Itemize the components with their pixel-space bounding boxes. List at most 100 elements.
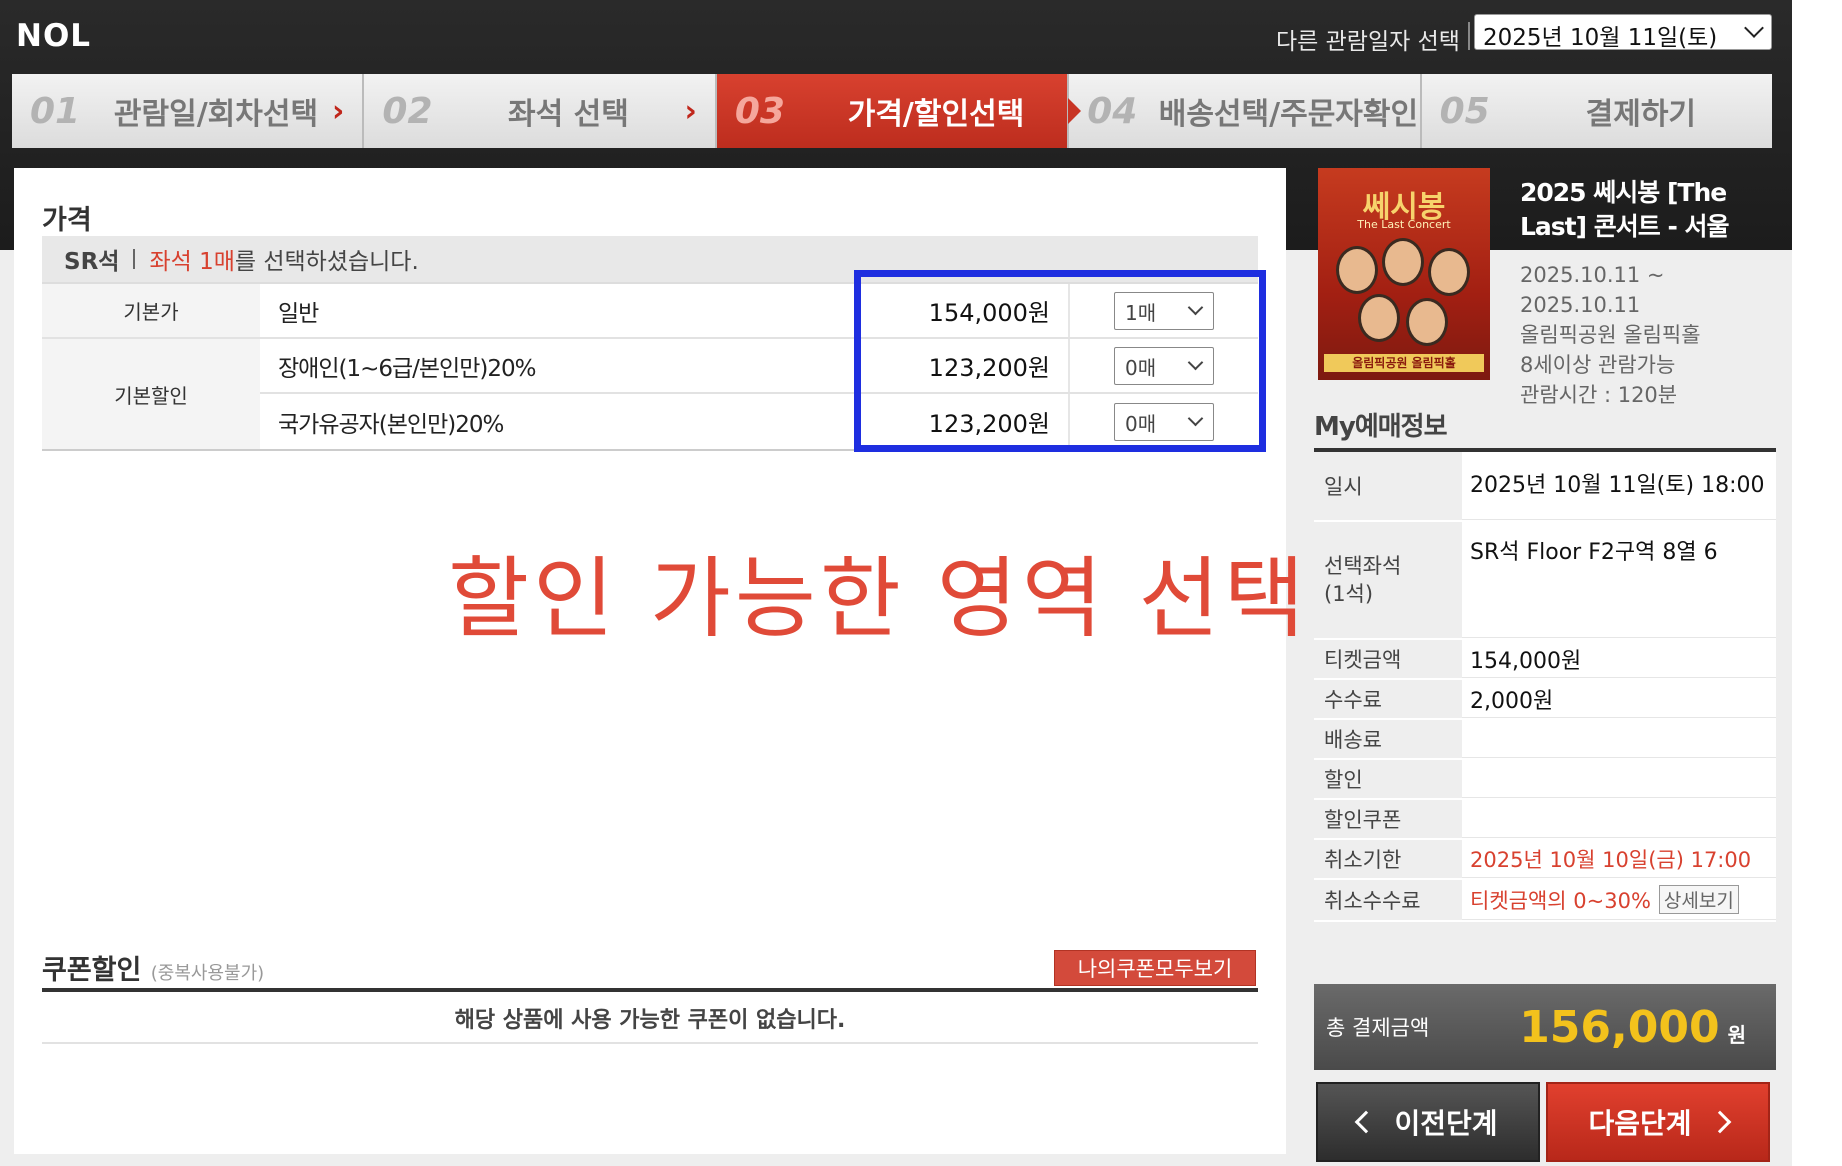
poster-subtitle: The Last Concert: [1357, 218, 1451, 231]
step-label: 배송선택/주문자확인: [1158, 97, 1419, 132]
show-age: 8세이상 관람가능: [1520, 353, 1676, 377]
price-amount: 123,200원: [862, 394, 1070, 449]
chevron-down-icon: [1187, 354, 1204, 370]
step-label: 좌석 선택: [507, 97, 629, 132]
date-select[interactable]: 2025년 10월 11일(토): [1474, 14, 1772, 51]
total-amount: 156,000: [1519, 1001, 1720, 1053]
step-1[interactable]: 01 관람일/회차선택 ›: [12, 74, 365, 148]
step-label: 관람일/회차선택: [113, 97, 319, 132]
chevron-down-icon: [1744, 18, 1764, 38]
step-number: 02: [382, 90, 433, 132]
my-coupons-button[interactable]: 나의쿠폰모두보기: [1054, 950, 1256, 986]
seat-grade-bar: SR석 좌석 1매 를 선택하셨습니다.: [42, 236, 1258, 282]
show-info: 2025.10.11 ~ 2025.10.11 올림픽공원 올림픽홀 8세이상 …: [1520, 260, 1701, 410]
info-key: 할인: [1314, 760, 1462, 798]
show-title: 2025 쎄시봉 [The Last] 콘서트 - 서울: [1520, 178, 1730, 241]
next-step-button[interactable]: 다음단계: [1546, 1082, 1770, 1162]
info-row: 취소수수료 티켓금액의 0~30% 상세보기: [1314, 880, 1776, 922]
show-period-start: 2025.10.11 ~: [1520, 263, 1665, 287]
chevron-right-icon: ›: [332, 93, 345, 129]
info-row: 취소기한 2025년 10월 10일(금) 17:00: [1314, 840, 1776, 880]
show-venue: 올림픽공원 올림픽홀: [1520, 323, 1701, 347]
info-key: 수수료: [1314, 680, 1462, 718]
chevron-down-icon: [1187, 410, 1204, 426]
qty-cell: 1매: [1070, 284, 1258, 337]
info-row: 할인쿠폰: [1314, 800, 1776, 840]
info-row: 수수료 2,000원: [1314, 680, 1776, 720]
quantity-select[interactable]: 1매: [1114, 291, 1214, 330]
table-row: 국가유공자(본인만)20% 123,200원 0매: [260, 394, 1258, 449]
cancel-fee-cell: 티켓금액의 0~30% 상세보기: [1462, 880, 1776, 920]
active-step-arrow-icon: [1068, 98, 1082, 124]
quantity-select[interactable]: 0매: [1114, 402, 1214, 441]
price-amount: 123,200원: [862, 339, 1070, 392]
show-period-end: 2025.10.11: [1520, 293, 1641, 317]
step-number: 05: [1439, 90, 1490, 132]
total-payment: 총 결제금액 156,000 원: [1314, 984, 1776, 1070]
info-row: 선택좌석 (1석) SR석 Floor F2구역 8열 6: [1314, 522, 1776, 640]
step-3[interactable]: 03 가격/할인선택: [716, 74, 1082, 148]
price-name: 국가유공자(본인만)20%: [278, 411, 504, 438]
step-2[interactable]: 02 좌석 선택 ›: [364, 74, 717, 148]
info-key: 할인쿠폰: [1314, 800, 1462, 838]
selected-count: 좌석 1매: [149, 249, 235, 275]
show-runtime: 관람시간 : 120분: [1520, 383, 1678, 407]
selected-suffix: 를 선택하셨습니다.: [234, 249, 419, 275]
prev-step-button[interactable]: 이전단계: [1316, 1082, 1540, 1162]
info-value: 2,000원: [1462, 680, 1776, 718]
info-value: [1462, 760, 1776, 798]
info-key: 일시: [1314, 452, 1462, 520]
info-value: [1462, 720, 1776, 758]
date-separator: [1468, 22, 1470, 50]
booking-sidebar: 쎄시봉 The Last Concert 올림픽공원 올림픽홀 2025 쎄시봉…: [1298, 168, 1778, 1166]
quantity-value: 0매: [1125, 355, 1157, 380]
booking-info-table: 일시 2025년 10월 11일(토) 18:00 선택좌석 (1석) SR석 …: [1314, 452, 1776, 922]
chevron-right-icon: ›: [684, 93, 697, 129]
info-value: 154,000원: [1462, 640, 1776, 678]
price-category: 기본할인: [42, 339, 260, 449]
info-key: 취소수수료: [1314, 880, 1462, 920]
seat-grade: SR석: [64, 249, 120, 275]
poster-face: [1428, 248, 1470, 296]
step-number: 04: [1087, 90, 1138, 132]
price-name: 장애인(1~6급/본인만)20%: [278, 355, 536, 382]
table-row: 기본가 일반 154,000원 1매: [42, 284, 1258, 339]
poster-face: [1406, 298, 1448, 346]
info-row: 배송료: [1314, 720, 1776, 760]
step-number: 03: [734, 90, 785, 132]
price-amount: 154,000원: [862, 284, 1070, 337]
info-value: [1462, 800, 1776, 838]
price-category: 기본가: [42, 284, 260, 337]
chevron-down-icon: [1187, 299, 1204, 315]
total-amount-cell: 156,000 원: [1462, 1002, 1776, 1053]
info-value: SR석 Floor F2구역 8열 6: [1462, 522, 1776, 638]
step-5[interactable]: 05 결제하기: [1421, 74, 1773, 148]
info-key: 배송료: [1314, 720, 1462, 758]
discount-rows: 장애인(1~6급/본인만)20% 123,200원 0매 국가유공자(본인만)2…: [260, 339, 1258, 449]
logo: NOL: [16, 18, 92, 54]
info-value: 2025년 10월 11일(토) 18:00: [1462, 452, 1776, 520]
step-4[interactable]: 04 배송선택/주문자확인: [1069, 74, 1422, 148]
total-unit: 원: [1727, 1022, 1746, 1047]
poster-face: [1358, 294, 1400, 342]
next-step-label: 다음단계: [1588, 1107, 1692, 1140]
table-row: 장애인(1~6급/본인만)20% 123,200원 0매: [260, 339, 1258, 394]
coupon-empty-message: 해당 상품에 사용 가능한 쿠폰이 없습니다.: [42, 994, 1258, 1044]
quantity-value: 0매: [1125, 411, 1157, 436]
quantity-value: 1매: [1125, 300, 1157, 325]
info-key: 선택좌석 (1석): [1314, 522, 1462, 638]
poster-footer: 올림픽공원 올림픽홀: [1324, 354, 1484, 372]
coupon-title: 쿠폰할인 (중복사용불가): [42, 948, 264, 987]
discount-group: 기본할인 장애인(1~6급/본인만)20% 123,200원 0매 국가유공자(…: [42, 339, 1258, 449]
info-key: 취소기한: [1314, 840, 1462, 878]
price-panel: 가격 SR석 좌석 1매 를 선택하셨습니다. 기본가 일반 154,000원 …: [14, 168, 1305, 1154]
annotation-text: 할인 가능한 영역 선택: [448, 547, 1309, 650]
prev-step-label: 이전단계: [1394, 1107, 1498, 1140]
quantity-select[interactable]: 0매: [1114, 346, 1214, 385]
detail-button[interactable]: 상세보기: [1658, 885, 1739, 914]
info-row: 일시 2025년 10월 11일(토) 18:00: [1314, 452, 1776, 522]
date-label: 다른 관람일자 선택: [1276, 29, 1460, 55]
chevron-left-icon: [1355, 1110, 1378, 1134]
poster-face: [1382, 238, 1424, 286]
date-select-value: 2025년 10월 11일(토): [1483, 25, 1718, 51]
